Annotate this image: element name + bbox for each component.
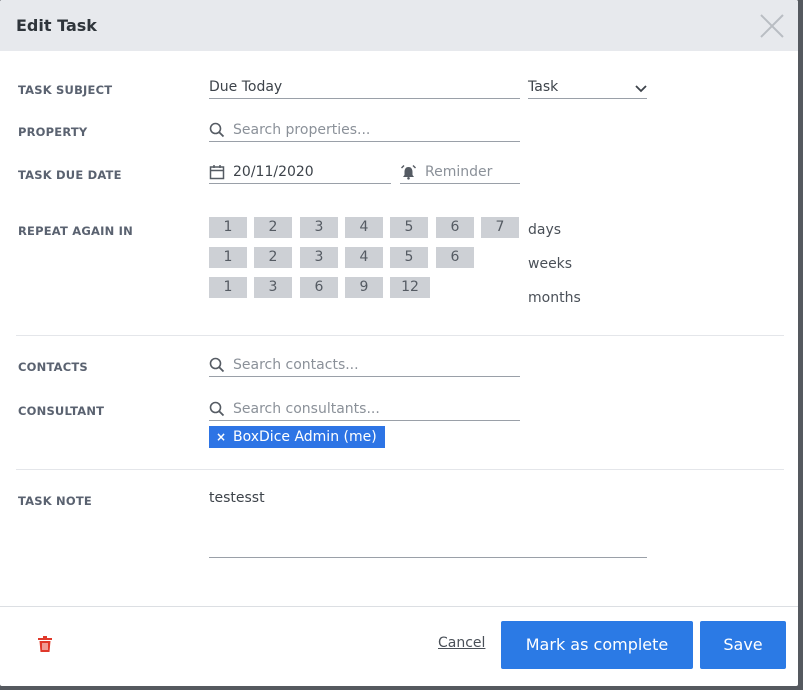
repeat-day-4[interactable]: 4: [345, 217, 383, 238]
due-date-label: TASK DUE DATE: [18, 168, 122, 182]
task-note-value: testesst: [209, 490, 265, 506]
calendar-icon: [209, 165, 225, 180]
section-divider: [16, 469, 784, 470]
remove-chip-icon[interactable]: ×: [216, 426, 226, 448]
task-subject-input[interactable]: Due Today: [209, 76, 520, 99]
contacts-label: CONTACTS: [18, 360, 88, 374]
task-note-textarea[interactable]: testesst: [209, 488, 647, 558]
unit-weeks: weeks: [528, 256, 573, 272]
contacts-search-input[interactable]: Search contacts...: [209, 354, 520, 377]
due-date-value: 20/11/2020: [233, 164, 314, 180]
footer-divider: [0, 606, 798, 607]
repeat-month-9[interactable]: 9: [345, 277, 383, 298]
consultant-label: CONSULTANT: [18, 404, 105, 418]
consultant-chip: × BoxDice Admin (me): [209, 426, 385, 448]
search-icon: [209, 357, 225, 373]
save-button[interactable]: Save: [700, 621, 786, 669]
repeat-day-1[interactable]: 1: [209, 217, 247, 238]
repeat-week-1[interactable]: 1: [209, 247, 247, 268]
repeat-day-2[interactable]: 2: [254, 217, 292, 238]
search-icon: [209, 122, 225, 138]
task-subject-label: TASK SUBJECT: [18, 83, 113, 97]
modal-header: Edit Task: [0, 0, 798, 51]
section-divider: [16, 335, 784, 336]
modal-title: Edit Task: [16, 16, 97, 35]
property-search-input[interactable]: Search properties...: [209, 119, 520, 142]
task-type-value: Task: [528, 79, 559, 95]
consultant-placeholder: Search consultants...: [233, 401, 380, 417]
property-placeholder: Search properties...: [233, 122, 371, 138]
repeat-week-4[interactable]: 4: [345, 247, 383, 268]
chevron-down-icon: [635, 85, 647, 93]
repeat-week-5[interactable]: 5: [390, 247, 428, 268]
search-icon: [209, 401, 225, 417]
contacts-placeholder: Search contacts...: [233, 357, 359, 373]
repeat-day-5[interactable]: 5: [390, 217, 428, 238]
task-type-select[interactable]: Task: [528, 76, 647, 99]
repeat-month-1[interactable]: 1: [209, 277, 247, 298]
cancel-link[interactable]: Cancel: [438, 635, 485, 651]
due-date-input[interactable]: 20/11/2020: [209, 161, 391, 184]
task-note-label: TASK NOTE: [18, 494, 92, 508]
repeat-day-6[interactable]: 6: [436, 217, 474, 238]
reminder-placeholder: Reminder: [425, 164, 493, 180]
consultant-search-input[interactable]: Search consultants...: [209, 398, 520, 421]
property-label: PROPERTY: [18, 125, 88, 139]
task-subject-value: Due Today: [209, 79, 283, 95]
reminder-input[interactable]: Reminder: [400, 161, 520, 184]
edit-task-modal: Edit Task TASK SUBJECT Due Today Task PR…: [0, 0, 798, 686]
mark-complete-button[interactable]: Mark as complete: [501, 621, 693, 669]
unit-days: days: [528, 222, 562, 238]
alarm-bell-icon: [401, 165, 416, 180]
consultant-chip-label: BoxDice Admin (me): [233, 429, 377, 445]
repeat-label: REPEAT AGAIN IN: [18, 224, 133, 238]
repeat-day-3[interactable]: 3: [300, 217, 338, 238]
repeat-month-12[interactable]: 12: [390, 277, 430, 298]
repeat-week-2[interactable]: 2: [254, 247, 292, 268]
repeat-week-6[interactable]: 6: [436, 247, 474, 268]
unit-months: months: [528, 290, 581, 306]
repeat-week-3[interactable]: 3: [300, 247, 338, 268]
repeat-month-3[interactable]: 3: [254, 277, 292, 298]
repeat-day-7[interactable]: 7: [481, 217, 519, 238]
trash-icon[interactable]: [38, 636, 52, 652]
repeat-month-6[interactable]: 6: [300, 277, 338, 298]
close-icon[interactable]: [758, 12, 786, 40]
